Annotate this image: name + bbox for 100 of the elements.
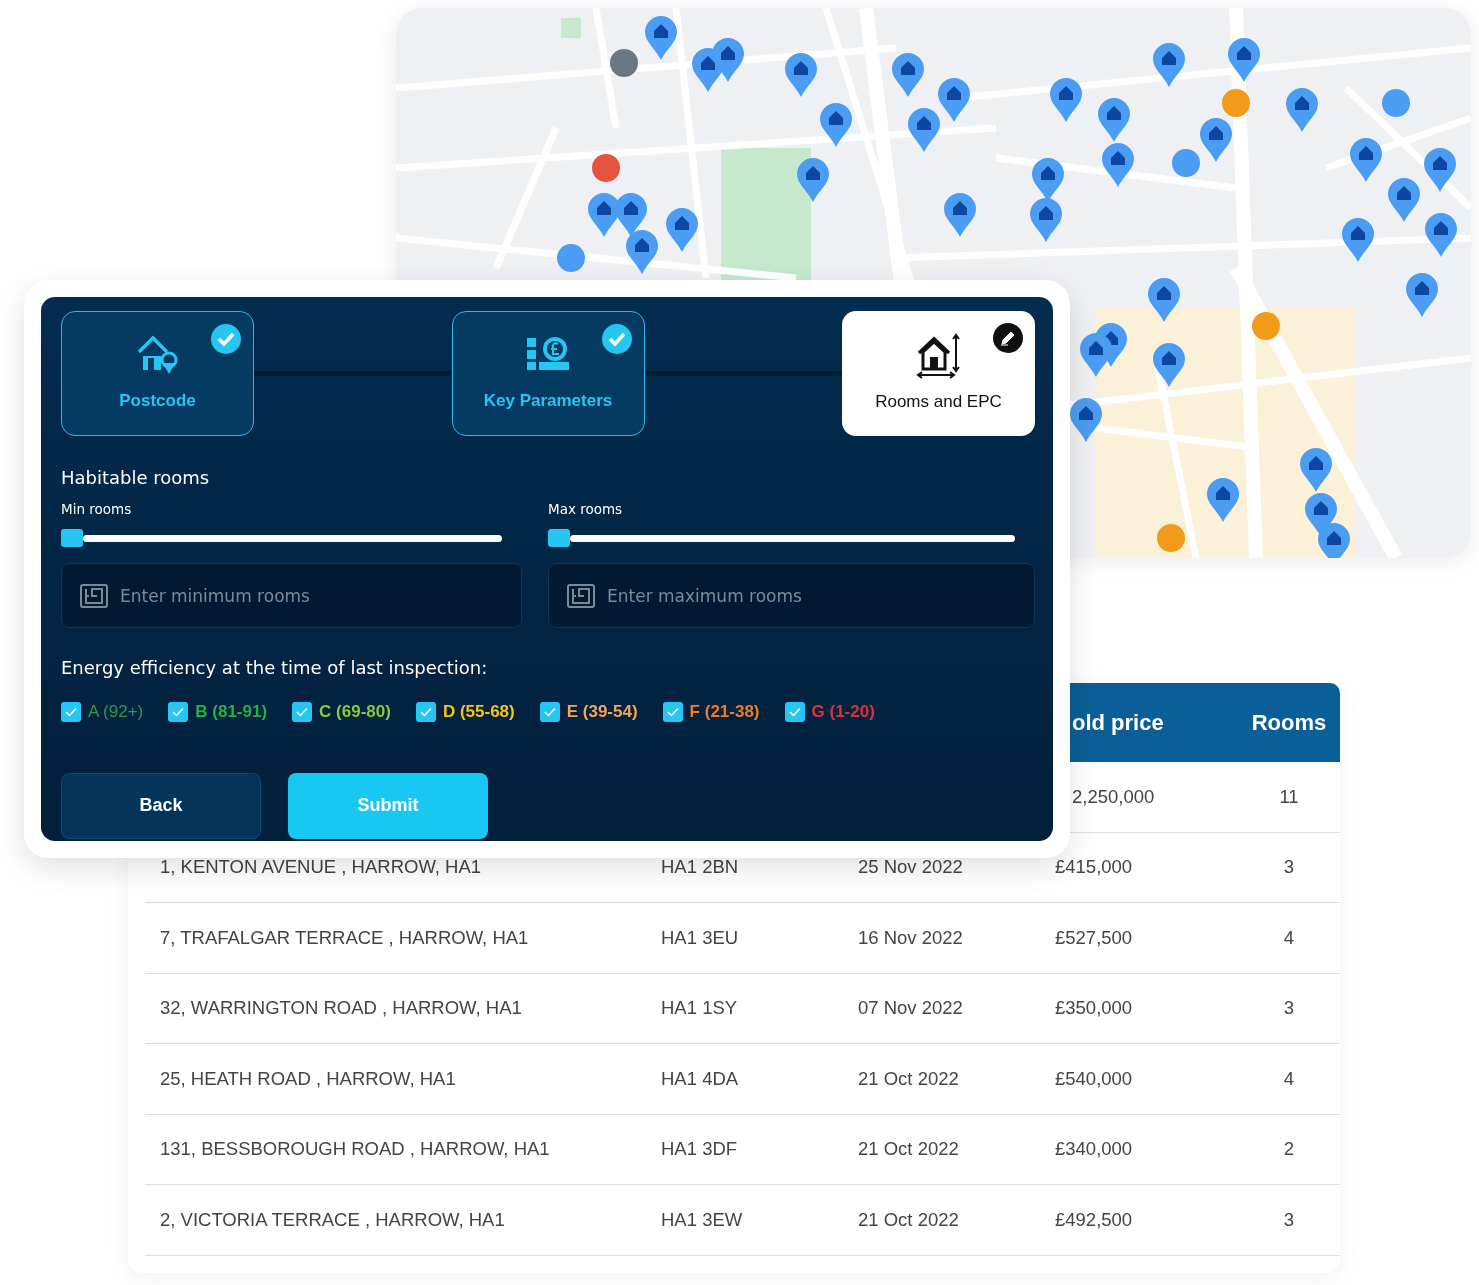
step-tab[interactable]: Postcode	[61, 311, 254, 436]
table-cell-text: 07 Nov 2022	[857, 996, 964, 1021]
map-pin-icon[interactable]	[1424, 148, 1456, 192]
column-header[interactable]: Rooms	[1240, 706, 1338, 739]
field-label: Min rooms	[61, 500, 133, 519]
table-cell-text: 16 Nov 2022	[857, 925, 964, 950]
map-pin-icon[interactable]	[1153, 43, 1185, 87]
table-cell-text: £350,000	[1054, 996, 1134, 1021]
map-pin-icon[interactable]	[1148, 278, 1180, 322]
map-pin-icon[interactable]	[1228, 38, 1260, 82]
place-marker-icon[interactable]	[592, 154, 620, 182]
table-cell-text: 21 Oct 2022	[857, 1207, 960, 1232]
table-cell-text: 11	[1278, 784, 1300, 809]
table-cell-text: £415,000	[1054, 855, 1134, 880]
slider-thumb[interactable]	[61, 529, 83, 548]
map-pin-icon[interactable]	[645, 16, 677, 60]
map-pin-icon[interactable]	[1286, 88, 1318, 132]
map-pin-icon[interactable]	[588, 193, 620, 237]
map-pin-icon[interactable]	[1200, 118, 1232, 162]
map-pin-icon[interactable]	[1153, 343, 1185, 387]
place-marker-icon[interactable]	[1172, 149, 1200, 177]
map-pin-icon[interactable]	[1030, 198, 1062, 242]
number-field[interactable]: Enter minimum rooms	[61, 563, 522, 629]
table-cell-text: 1, KENTON AVENUE , HARROW, HA1	[159, 855, 483, 880]
place-marker-icon[interactable]	[1382, 89, 1410, 117]
table-cell-text: 3	[1282, 1207, 1296, 1232]
place-marker-icon[interactable]	[1157, 524, 1185, 552]
table-cell-text: HA1 2BN	[660, 855, 740, 880]
band-label: C (69-80)	[319, 701, 391, 724]
map-pin-icon[interactable]	[1425, 213, 1457, 257]
back-button[interactable]: Back	[61, 772, 261, 839]
map-pin-icon[interactable]	[1350, 138, 1382, 182]
map-pin-icon[interactable]	[944, 193, 976, 237]
map-pin-icon[interactable]	[892, 53, 924, 97]
checkbox[interactable]	[292, 702, 313, 722]
map-pin-icon[interactable]	[1098, 98, 1130, 142]
table-cell: 2,250,000	[1072, 785, 1155, 807]
map-pin-icon[interactable]	[1406, 273, 1438, 317]
map-pin-icon[interactable]	[666, 208, 698, 252]
map-pin-icon[interactable]	[938, 78, 970, 122]
checkbox[interactable]	[168, 702, 189, 722]
section-heading: Habitable rooms	[61, 466, 211, 490]
map-pin-icon[interactable]	[1388, 178, 1420, 222]
table-cell-text: 2, VICTORIA TERRACE , HARROW, HA1	[159, 1207, 506, 1232]
checkbox[interactable]	[539, 702, 560, 722]
table-cell-text: 3	[1282, 996, 1296, 1021]
place-marker-icon[interactable]	[1222, 89, 1250, 117]
map-pin-icon[interactable]	[820, 103, 852, 147]
map-pin-icon[interactable]	[1342, 218, 1374, 262]
checkbox[interactable]	[61, 702, 81, 722]
step-tab[interactable]: Rooms and EPC	[842, 311, 1035, 436]
place-marker-icon[interactable]	[610, 49, 638, 77]
map-pin-icon[interactable]	[1070, 398, 1102, 442]
column-header[interactable]: old price	[1072, 710, 1164, 735]
map-pin-icon[interactable]	[626, 230, 658, 274]
number-field[interactable]: Enter maximum rooms	[548, 563, 1035, 629]
table-cell-text: 7, TRAFALGAR TERRACE , HARROW, HA1	[159, 925, 530, 950]
map-pin-icon[interactable]	[712, 38, 744, 82]
table-cell-text: 4	[1282, 925, 1296, 950]
map-pin-icon[interactable]	[1080, 333, 1112, 377]
checkbox[interactable]	[784, 702, 805, 722]
map-pin-icon[interactable]	[908, 108, 940, 152]
table-cell-text: 25, HEATH ROAD , HARROW, HA1	[159, 1066, 457, 1091]
step-tab[interactable]: Key Parameters	[451, 311, 645, 436]
check-icon	[601, 324, 632, 354]
map-pin-icon[interactable]	[785, 53, 817, 97]
table-cell-text: 131, BESSBOROUGH ROAD , HARROW, HA1	[159, 1137, 551, 1162]
map-pin-icon[interactable]	[1050, 78, 1082, 122]
table-cell-text: HA1 3DF	[660, 1137, 739, 1162]
map-pin-icon[interactable]	[797, 158, 829, 202]
table-cell-text: HA1 4DA	[660, 1066, 740, 1091]
map-pin-icon[interactable]	[1318, 523, 1350, 558]
table-cell-text: 21 Oct 2022	[857, 1137, 960, 1162]
table-cell-text: HA1 1SY	[660, 996, 739, 1021]
range-slider[interactable]	[61, 529, 502, 548]
slider-thumb[interactable]	[548, 529, 570, 548]
map-pin-icon[interactable]	[1207, 478, 1239, 522]
table-cell-text: £340,000	[1054, 1137, 1134, 1162]
table-cell-text: 21 Oct 2022	[857, 1066, 960, 1091]
range-slider[interactable]	[548, 529, 1015, 548]
map-pin-icon[interactable]	[1300, 448, 1332, 492]
checkbox[interactable]	[415, 702, 436, 722]
table-cell-text: 2	[1282, 1137, 1296, 1162]
band-label: G (1-20)	[811, 701, 875, 724]
table-cell-text: 3	[1282, 855, 1296, 880]
band-label: B (81-91)	[195, 701, 268, 724]
floor-plan-icon	[566, 583, 596, 610]
place-marker-icon[interactable]	[557, 244, 585, 272]
check-icon	[211, 324, 241, 354]
table-cell-text: £492,500	[1054, 1207, 1134, 1232]
table-cell-text: 32, WARRINGTON ROAD , HARROW, HA1	[159, 996, 523, 1021]
band-label: E (39-54)	[566, 701, 638, 724]
band-label: A (92+)	[88, 701, 144, 724]
field-label: Max rooms	[548, 500, 624, 519]
floor-plan-icon	[79, 583, 109, 610]
map-pin-icon[interactable]	[1102, 143, 1134, 187]
place-marker-icon[interactable]	[1252, 312, 1280, 340]
checkbox[interactable]	[662, 702, 683, 722]
band-label: D (55-68)	[442, 701, 515, 724]
band-label: F (21-38)	[689, 701, 760, 724]
